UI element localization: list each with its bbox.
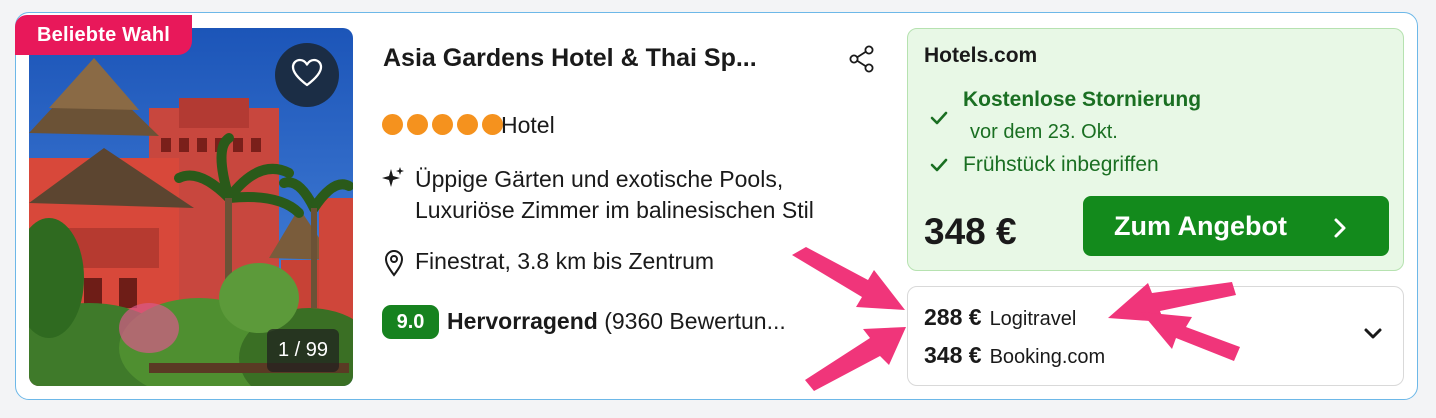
star-rating [382, 114, 503, 135]
star-dot [382, 114, 403, 135]
breakfast-included-label: Frühstück inbegriffen [963, 153, 1159, 176]
star-dot [407, 114, 428, 135]
check-icon [928, 107, 950, 129]
share-icon[interactable] [847, 44, 877, 74]
alternative-price: 288 € [924, 304, 982, 330]
offer-provider: Hotels.com [924, 44, 1038, 67]
alternative-offers-box[interactable] [907, 286, 1404, 386]
rating-summary[interactable]: Hervorragend (9360 Bewertun... [447, 308, 786, 335]
view-deal-button[interactable]: Zum Angebot [1083, 196, 1389, 256]
check-icon [928, 154, 950, 176]
sparkle-icon [381, 166, 405, 190]
hotel-name[interactable]: Asia Gardens Hotel & Thai Sp... [383, 44, 757, 73]
photo-counter: 1 / 99 [267, 329, 339, 372]
free-cancellation-label: Kostenlose Stornierung [963, 88, 1202, 111]
alternative-price: 348 € [924, 342, 982, 368]
hotel-location: Finestrat, 3.8 km bis Zentrum [415, 248, 715, 274]
star-dot [432, 114, 453, 135]
star-dot [482, 114, 503, 135]
alternative-provider: Booking.com [989, 346, 1106, 368]
offer-price: 348 € [924, 211, 1017, 252]
heart-icon [291, 58, 323, 93]
rating-label: Hervorragend [447, 308, 598, 334]
location-pin-icon [384, 249, 404, 277]
cancellation-deadline: vor dem 23. Okt. [970, 121, 1118, 143]
highlight-line: Luxuriöse Zimmer im balinesischen Stil [415, 197, 814, 223]
highlight-line: Üppige Gärten und exotische Pools, [415, 166, 784, 192]
accommodation-type: Hotel [501, 112, 555, 138]
hotel-highlights: Üppige Gärten und exotische Pools, Luxur… [415, 164, 814, 226]
alternative-offer-row[interactable]: 288 € Logitravel [924, 304, 1076, 331]
favorite-button[interactable] [275, 43, 339, 107]
review-count: (9360 Bewertun... [604, 308, 786, 334]
rating-score-badge: 9.0 [382, 305, 439, 339]
view-deal-label: Zum Angebot [1114, 210, 1287, 241]
star-dot [457, 114, 478, 135]
alternative-provider: Logitravel [989, 308, 1077, 330]
chevron-right-icon [1333, 215, 1347, 238]
chevron-down-icon[interactable] [1362, 326, 1384, 342]
alternative-offer-row[interactable]: 348 € Booking.com [924, 342, 1105, 369]
popular-choice-badge: Beliebte Wahl [15, 15, 192, 55]
